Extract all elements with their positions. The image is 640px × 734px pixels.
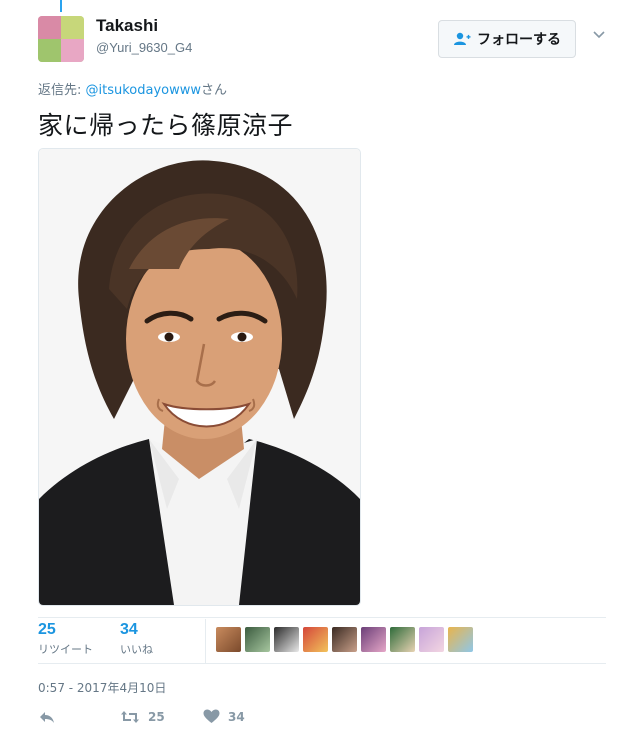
liker-avatar[interactable] — [332, 627, 357, 652]
retweet-icon — [121, 711, 139, 723]
liker-avatar[interactable] — [390, 627, 415, 652]
like-label: いいね — [120, 643, 153, 656]
follow-button[interactable]: フォローする — [438, 20, 576, 58]
reply-suffix: さん — [201, 83, 228, 98]
author-name[interactable]: Takashi — [96, 16, 158, 36]
liker-avatar[interactable] — [245, 627, 270, 652]
retweet-count: 25 — [38, 621, 56, 638]
liker-avatar[interactable] — [448, 627, 473, 652]
liker-avatar[interactable] — [303, 627, 328, 652]
liker-avatar[interactable] — [419, 627, 444, 652]
chevron-down-icon[interactable] — [592, 30, 606, 40]
avatar-tile — [38, 39, 61, 62]
stats-bottom-divider — [38, 663, 606, 664]
author-handle[interactable]: @Yuri_9630_G4 — [96, 40, 192, 55]
portrait-image — [39, 149, 360, 605]
heart-icon — [203, 709, 220, 723]
like-stat[interactable]: 34 いいね — [120, 621, 153, 657]
like-action-count: 34 — [228, 709, 245, 724]
reply-mention-link[interactable]: @itsukodayowww — [86, 83, 202, 98]
liker-avatars — [216, 627, 473, 652]
tweet-timestamp[interactable]: 0:57 - 2017年4月10日 — [38, 679, 166, 696]
avatar-tile — [61, 39, 84, 62]
avatar-tile — [38, 16, 61, 39]
tweet-text: 家に帰ったら篠原涼子 — [38, 111, 294, 140]
like-button[interactable]: 34 — [203, 709, 245, 724]
retweet-stat[interactable]: 25 リツイート — [38, 621, 93, 657]
reply-button[interactable] — [38, 709, 56, 725]
tweet-photo[interactable] — [38, 148, 361, 606]
retweet-button[interactable]: 25 — [120, 709, 165, 725]
follow-button-label: フォローする — [477, 32, 561, 48]
thread-connector-line — [60, 0, 62, 12]
add-user-icon — [454, 32, 471, 45]
reply-prefix: 返信先: — [38, 83, 86, 98]
liker-avatar[interactable] — [361, 627, 386, 652]
like-count: 34 — [120, 621, 138, 638]
retweet-action-count: 25 — [148, 710, 165, 724]
liker-avatar[interactable] — [274, 627, 299, 652]
stats-separator — [205, 619, 206, 663]
author-avatar[interactable] — [38, 16, 84, 62]
retweet-label: リツイート — [38, 643, 93, 656]
liker-avatar[interactable] — [216, 627, 241, 652]
stats-top-divider — [38, 617, 606, 618]
avatar-tile — [61, 16, 84, 39]
reply-context: 返信先: @itsukodayowwwさん — [38, 79, 227, 98]
reply-icon — [40, 712, 54, 723]
